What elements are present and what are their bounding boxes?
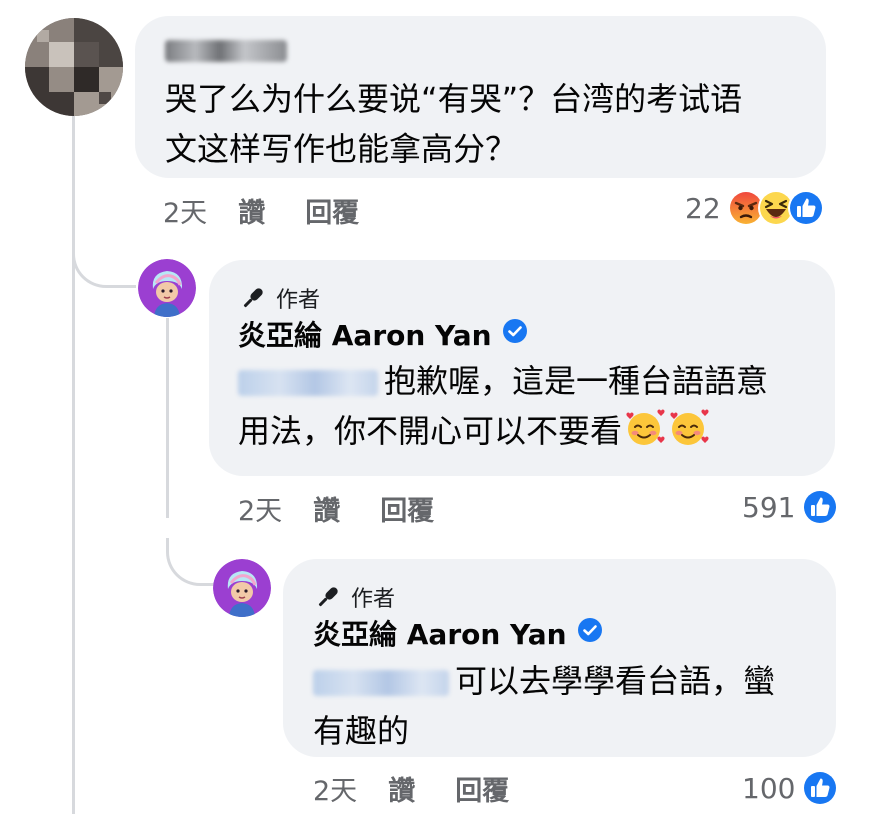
- like-reaction-icon: [801, 488, 839, 526]
- like-button[interactable]: 讚: [238, 191, 265, 230]
- author-avatar[interactable]: [138, 259, 196, 317]
- microphone-icon: [313, 584, 343, 610]
- reaction-summary[interactable]: 591: [742, 487, 839, 527]
- author-badge-label: 作者: [276, 288, 321, 313]
- author-badge-label: 作者: [351, 587, 396, 612]
- comment-actions: 2天 讚 回覆: [163, 190, 359, 230]
- like-button[interactable]: 讚: [313, 489, 340, 528]
- like-reaction-icon: [787, 189, 825, 227]
- like-button[interactable]: 讚: [388, 769, 415, 808]
- smiling-face-with-hearts-icon: [666, 408, 710, 462]
- thread-line-main: [72, 98, 75, 814]
- reaction-summary[interactable]: 22: [685, 188, 825, 228]
- author-name-row: 炎亞綸 Aaron Yan: [313, 615, 603, 651]
- reply-actions: 2天 讚 回覆: [313, 768, 509, 808]
- reply-actions: 2天 讚 回覆: [238, 488, 434, 528]
- verified-badge-icon: [577, 617, 603, 650]
- reaction-count: 22: [685, 191, 721, 225]
- commenter-avatar[interactable]: [25, 18, 123, 116]
- thread-connector-reply-1: [72, 243, 136, 288]
- mention-blurred[interactable]: [313, 670, 449, 696]
- reply-timestamp[interactable]: 2天: [313, 769, 357, 808]
- reply-text-line-1-content: 可以去學學看台語，蠻: [455, 662, 776, 700]
- comment-text: 哭了么为什么要说“有哭”？台湾的考试语 文这样写作也能拿高分？: [165, 74, 742, 174]
- reaction-count: 100: [742, 771, 796, 805]
- like-reaction-icon: [801, 769, 839, 807]
- author-name[interactable]: 炎亞綸 Aaron Yan: [313, 613, 567, 653]
- reply-text: 抱歉喔，這是一種台語語意 用法，你不開心可以不要看: [238, 356, 768, 462]
- reply-text-line-1: 可以去學學看台語，蠻: [313, 656, 775, 706]
- author-badge: 作者: [238, 282, 320, 314]
- reply-timestamp[interactable]: 2天: [238, 489, 282, 528]
- reply-text-line-2: 有趣的: [313, 712, 410, 750]
- author-name[interactable]: 炎亞綸 Aaron Yan: [238, 314, 492, 354]
- reaction-count: 591: [742, 490, 796, 524]
- reply-text-line-2: 用法，你不開心可以不要看: [238, 406, 768, 462]
- microphone-icon: [238, 285, 268, 311]
- reply-text-line-2-content: 用法，你不開心可以不要看: [238, 412, 623, 450]
- comment-text-line-1: 哭了么为什么要说“有哭”？台湾的考试语: [165, 80, 743, 118]
- author-name-row: 炎亞綸 Aaron Yan: [238, 316, 528, 352]
- author-avatar[interactable]: [213, 559, 271, 617]
- author-badge: 作者: [313, 581, 395, 613]
- reply-button[interactable]: 回覆: [305, 191, 359, 230]
- mention-blurred[interactable]: [238, 370, 378, 396]
- reply-text: 可以去學學看台語，蠻 有趣的: [313, 656, 775, 756]
- commenter-name-blurred[interactable]: [165, 40, 287, 62]
- reply-text-line-1-content: 抱歉喔，這是一種台語語意: [384, 362, 769, 400]
- reaction-summary[interactable]: 100: [742, 768, 839, 808]
- thread-line-reply: [166, 318, 169, 518]
- reply-text-line-1: 抱歉喔，這是一種台語語意: [238, 356, 768, 406]
- comment-text-line-2: 文这样写作也能拿高分？: [165, 130, 518, 168]
- reply-button[interactable]: 回覆: [455, 769, 509, 808]
- reply-button[interactable]: 回覆: [380, 489, 434, 528]
- thread-connector-reply-2: [166, 538, 214, 586]
- smiling-face-with-hearts-icon: [622, 408, 666, 462]
- verified-badge-icon: [502, 318, 528, 351]
- comment-timestamp[interactable]: 2天: [163, 191, 207, 230]
